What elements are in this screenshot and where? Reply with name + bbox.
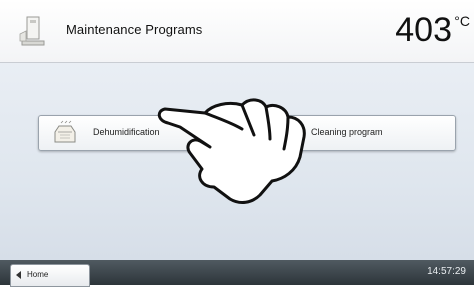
clock: 14:57:29 [427,266,466,277]
pointing-hand-icon [157,98,306,204]
maintenance-icon [19,16,45,46]
temperature-unit: °C [454,13,470,29]
home-button[interactable]: Home [10,264,90,287]
cleaning-program-label: Cleaning program [311,127,383,137]
screen: Maintenance Programs 403 °C Dehumidifica… [0,0,474,287]
header-bar: Maintenance Programs 403 °C [0,0,474,63]
page-title: Maintenance Programs [66,22,203,37]
dehumidification-icon [54,120,76,143]
footer-bar: Home 14:57:29 [0,260,474,287]
arrow-left-icon [16,271,21,279]
home-label: Home [27,270,49,279]
temperature-value: 403 [395,11,452,49]
